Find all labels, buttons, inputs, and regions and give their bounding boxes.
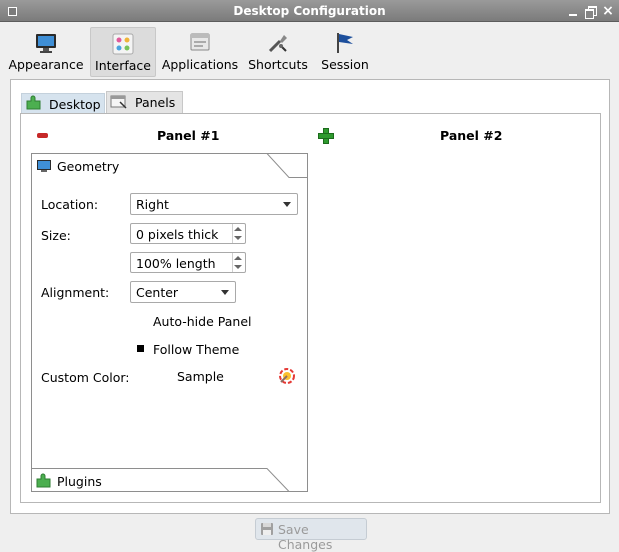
floppy-disk-icon [261, 523, 273, 535]
monitor-icon [36, 34, 56, 53]
color-picker-icon [279, 368, 295, 384]
location-value: Right [136, 197, 169, 212]
chevron-down-icon [283, 202, 291, 207]
location-select[interactable]: Right [130, 193, 298, 215]
custom-color-sample: Sample [177, 369, 224, 384]
tab-desktop-label: Desktop [49, 97, 101, 112]
custom-color-button[interactable]: Sample [130, 366, 298, 388]
close-button[interactable]: × [600, 3, 616, 19]
tool-applications[interactable]: Applications [160, 27, 240, 77]
title-bar: Desktop Configuration × [0, 0, 619, 22]
shortcuts-icon [268, 35, 287, 53]
size-label: Size: [41, 228, 71, 243]
alignment-label: Alignment: [41, 285, 110, 300]
plugins-title: Plugins [57, 474, 102, 489]
interface-icon [112, 33, 134, 55]
puzzle-icon [26, 95, 41, 110]
spinner-divider [232, 253, 233, 272]
tool-interface[interactable]: Interface [90, 27, 156, 77]
puzzle-icon [36, 473, 51, 488]
thickness-value: 0 pixels thick [136, 227, 219, 242]
panel2-title: Panel #2 [440, 128, 503, 143]
maximize-button[interactable] [582, 3, 598, 19]
window-title: Desktop Configuration [233, 4, 386, 18]
chevron-down-icon [221, 290, 229, 295]
tool-session[interactable]: Session [316, 27, 374, 77]
add-panel-button[interactable] [318, 128, 334, 144]
length-value: 100% length [136, 256, 216, 271]
alignment-select[interactable]: Center [130, 281, 236, 303]
follow-theme-checkbox[interactable]: Follow Theme [153, 342, 239, 357]
tool-label: Shortcuts [248, 57, 308, 72]
custom-color-label: Custom Color: [41, 370, 130, 385]
save-changes-label: Save Changes [278, 522, 333, 552]
tab-desktop[interactable]: Desktop [21, 93, 105, 113]
autohide-checkbox[interactable]: Auto-hide Panel [153, 314, 251, 329]
tool-appearance[interactable]: Appearance [6, 27, 86, 77]
spin-down-icon[interactable] [234, 236, 242, 240]
length-spinner[interactable]: 100% length [130, 252, 246, 273]
tool-label: Session [321, 57, 369, 72]
applications-icon [190, 33, 210, 51]
tool-label: Applications [161, 57, 239, 72]
spinner-divider [232, 224, 233, 243]
plugins-header[interactable]: Plugins [31, 469, 271, 493]
minimize-button[interactable] [565, 3, 581, 19]
panels-icon [110, 95, 127, 109]
location-label: Location: [41, 197, 99, 212]
alignment-value: Center [136, 285, 179, 300]
spin-up-icon[interactable] [234, 256, 242, 260]
flag-icon [337, 33, 353, 53]
tool-shortcuts[interactable]: Shortcuts [246, 27, 310, 77]
tab-panels[interactable]: Panels [106, 91, 183, 113]
follow-theme-checkbox-indicator[interactable] [137, 345, 144, 352]
monitor-icon [37, 160, 51, 172]
toolbar: Appearance Interface Applications Shortc… [0, 22, 619, 78]
remove-panel-button[interactable] [37, 133, 48, 138]
tool-label: Appearance [8, 57, 84, 72]
tool-label: Interface [95, 58, 151, 73]
geometry-title: Geometry [57, 159, 120, 174]
thickness-spinner[interactable]: 0 pixels thick [130, 223, 246, 244]
spin-down-icon[interactable] [234, 265, 242, 269]
geometry-header[interactable]: Geometry [31, 154, 271, 178]
spin-up-icon[interactable] [234, 227, 242, 231]
save-changes-button[interactable]: Save Changes [255, 518, 367, 552]
panel1-title: Panel #1 [157, 128, 220, 143]
tab-panels-label: Panels [135, 95, 176, 110]
